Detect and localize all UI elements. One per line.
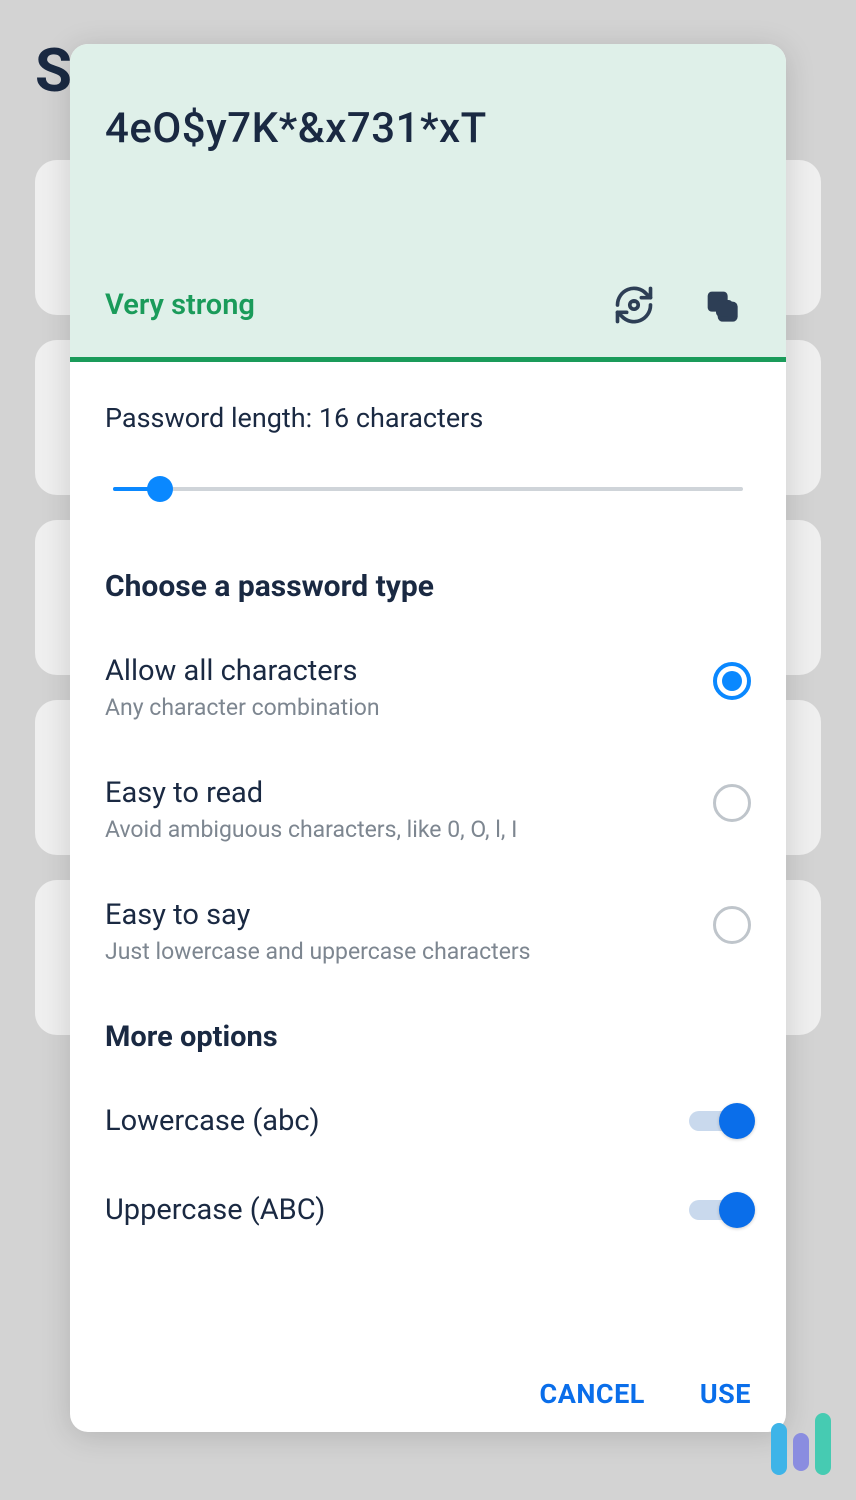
radio-title: Easy to say: [105, 898, 713, 932]
regenerate-icon: [612, 283, 656, 327]
password-type-heading: Choose a password type: [105, 569, 751, 604]
brand-watermark: [771, 1413, 831, 1475]
radio-subtitle: Just lowercase and uppercase characters: [105, 938, 713, 965]
radio-title: Easy to read: [105, 776, 713, 810]
password-length-slider[interactable]: [105, 469, 751, 509]
password-type-easy-say[interactable]: Easy to say Just lowercase and uppercase…: [105, 898, 751, 965]
strength-row: Very strong: [105, 283, 751, 327]
uppercase-option: Uppercase (ABC): [105, 1193, 751, 1227]
radio-texts: Easy to read Avoid ambiguous characters,…: [105, 776, 713, 843]
password-length-label: Password length: 16 characters: [105, 402, 751, 434]
dialog-actions: CANCEL USE: [540, 1378, 751, 1410]
use-button[interactable]: USE: [700, 1378, 751, 1410]
regenerate-button[interactable]: [612, 283, 656, 327]
background-page-title: S: [35, 35, 72, 106]
watermark-bar-icon: [815, 1413, 831, 1475]
lowercase-option: Lowercase (abc): [105, 1104, 751, 1138]
radio-subtitle: Any character combination: [105, 694, 713, 721]
dialog-body: Password length: 16 characters Choose a …: [70, 362, 786, 1302]
radio-indicator[interactable]: [713, 906, 751, 944]
dialog-header: 4eO$y7K*&x731*xT Very strong: [70, 44, 786, 362]
toggle-label: Lowercase (abc): [105, 1104, 320, 1138]
watermark-bar-icon: [793, 1433, 809, 1471]
copy-icon: [701, 285, 741, 325]
radio-indicator[interactable]: [713, 662, 751, 700]
radio-texts: Easy to say Just lowercase and uppercase…: [105, 898, 713, 965]
lowercase-toggle[interactable]: [689, 1105, 751, 1137]
password-type-easy-read[interactable]: Easy to read Avoid ambiguous characters,…: [105, 776, 751, 843]
cancel-button[interactable]: CANCEL: [540, 1378, 645, 1410]
toggle-thumb: [719, 1103, 755, 1139]
toggle-thumb: [719, 1192, 755, 1228]
radio-texts: Allow all characters Any character combi…: [105, 654, 713, 721]
password-generator-dialog: 4eO$y7K*&x731*xT Very strong: [70, 44, 786, 1432]
header-actions: [612, 283, 741, 327]
more-options-heading: More options: [105, 1020, 751, 1054]
generated-password: 4eO$y7K*&x731*xT: [105, 104, 751, 153]
toggle-label: Uppercase (ABC): [105, 1193, 325, 1227]
watermark-bar-icon: [771, 1423, 787, 1475]
copy-button[interactable]: [701, 285, 741, 325]
radio-title: Allow all characters: [105, 654, 713, 688]
slider-thumb[interactable]: [147, 476, 173, 502]
slider-track: [113, 487, 743, 491]
radio-subtitle: Avoid ambiguous characters, like 0, O, l…: [105, 816, 713, 843]
radio-indicator[interactable]: [713, 784, 751, 822]
strength-label: Very strong: [105, 288, 255, 322]
uppercase-toggle[interactable]: [689, 1194, 751, 1226]
password-type-allow-all[interactable]: Allow all characters Any character combi…: [105, 654, 751, 721]
